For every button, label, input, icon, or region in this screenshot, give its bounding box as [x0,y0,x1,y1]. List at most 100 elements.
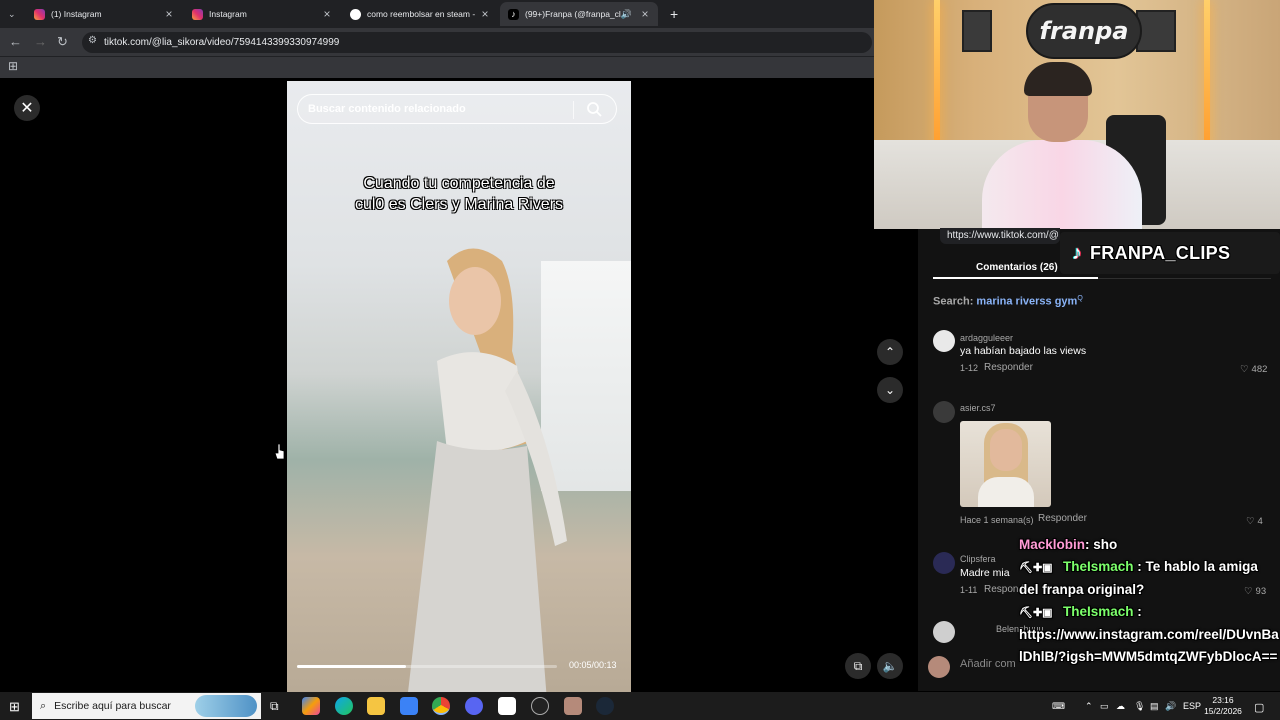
copilot-icon[interactable] [302,697,320,715]
previous-video-button[interactable]: ⌃ [877,339,903,365]
language-indicator[interactable]: ESP [1183,701,1201,711]
windows-start-icon[interactable]: ⊞ [9,699,20,715]
led-strip [934,0,940,150]
comment-date: 1-12 [960,363,979,373]
keyboard-icon[interactable]: ⌨ [1052,701,1065,712]
url-input[interactable]: ⚙ tiktok.com/@lia_sikora/video/759414339… [82,32,872,53]
close-tab-icon[interactable]: × [478,7,492,21]
comment-username[interactable]: ardagguleeer [960,333,1013,343]
apps-grid-icon[interactable]: ⊞ [8,59,18,73]
tab-instagram-1[interactable]: (1) Instagram × [26,2,182,26]
app-icon[interactable] [564,697,582,715]
streamer-hair [1024,62,1092,96]
back-icon[interactable]: ← [9,34,22,49]
cloud-icon[interactable]: ☁ [1116,701,1125,712]
led-strip [1204,0,1210,150]
active-tab-indicator [933,277,1098,279]
volume-icon[interactable]: 🔊 [1165,701,1176,712]
close-icon: ✕ [20,100,34,117]
avatar[interactable] [933,621,955,643]
capcut-icon[interactable] [498,697,516,715]
like-button[interactable]: ♡ 4 [1246,516,1263,527]
miniplayer-button[interactable]: ⧉ [845,653,871,679]
franpa-logo: franpa [1026,3,1142,59]
speaker-icon: 🔈 [882,659,898,673]
chat-message: Macklobin: sho [1019,537,1118,552]
comment-image[interactable] [960,421,1051,507]
reply-button[interactable]: Responder [1038,513,1087,524]
tab-google-search[interactable]: como reembolsar en steam - B × [342,2,498,26]
wall-poster [962,10,992,52]
network-icon[interactable]: ▤ [1150,701,1159,712]
obs-icon[interactable] [531,697,549,715]
video-player[interactable]: Buscar contenido relacionado Cuando tu c… [287,81,631,692]
edge-icon[interactable] [335,697,353,715]
taskbar-search-input[interactable]: ⌕ Escribe aquí para buscar [32,693,261,719]
reply-button[interactable]: Responder [984,362,1033,373]
tab-tiktok[interactable]: ♪ (99+)Franpa (@franpa_clips 🔊 × [500,2,658,26]
miniplayer-icon: ⧉ [853,658,863,673]
task-view-icon[interactable]: ⧉ [270,699,279,714]
comment-text: Madre mia [960,567,1010,579]
tab-search-menu[interactable]: ⌄ [4,2,22,26]
search-highlight-image [195,695,257,717]
chat-badges-icon: ⛏✚▣ [1019,607,1053,619]
microphone-icon[interactable]: 🎙 [1134,701,1145,712]
mail-icon[interactable] [400,697,418,715]
heart-icon: ♡ [1240,364,1249,375]
comment-date: Hace 1 semana(s) [960,515,1034,525]
chevron-down-icon: ⌄ [884,383,896,397]
volume-button[interactable]: 🔈 [877,653,903,679]
avatar[interactable] [933,552,955,574]
search-icon: ⌕ [40,699,47,712]
my-avatar [928,656,950,678]
search-icon: Q [1077,295,1083,302]
stream-chat-overlay: Macklobin: sho ⛏✚▣ TheIsmach : Te hablo l… [1014,534,1280,668]
chevron-up-icon[interactable]: ⌃ [1085,701,1093,712]
chevron-down-icon: ⌄ [8,8,16,19]
close-tab-icon[interactable]: × [162,7,176,21]
discord-icon[interactable] [465,697,483,715]
close-tab-icon[interactable]: × [320,7,334,21]
tiktok-icon: ♪ [1072,241,1082,264]
streamer-body [982,140,1142,229]
comment-username[interactable]: Clipsfera [960,554,996,564]
chat-badges-icon: ⛏✚▣ [1019,562,1053,574]
close-video-button[interactable]: ✕ [14,95,40,121]
video-person-figure [408,248,567,692]
notification-icon[interactable]: ▢ [1254,701,1264,714]
avatar[interactable] [933,401,955,423]
new-tab-button[interactable]: + [662,2,682,26]
tab-comments[interactable]: Comentarios (26) [976,262,1058,273]
like-button[interactable]: ♡ 482 [1240,364,1267,375]
video-progress-bar[interactable] [297,665,557,668]
avatar[interactable] [933,330,955,352]
franpa-clips-badge: ♪ FRANPA_CLIPS [1060,232,1280,274]
speaker-icon[interactable]: 🔊 [621,9,632,20]
device-icon[interactable]: ▭ [1100,701,1109,712]
steam-icon[interactable] [596,697,614,715]
taskbar-clock[interactable]: 23:16 15/2/2026 [1200,695,1246,717]
video-caption: Cuando tu competencia de cul0 es Clers y… [354,175,564,213]
next-video-button[interactable]: ⌄ [877,377,903,403]
reload-icon[interactable]: ↻ [57,34,68,50]
tiktok-icon: ♪ [508,8,519,20]
webcam-overlay: franpa [874,0,1280,229]
site-info-icon[interactable]: ⚙ [88,35,97,46]
comments-tab-underline [933,277,1271,279]
comment-input[interactable]: Añadir com [960,658,1016,670]
chat-message: ⛏✚▣ TheIsmach : Te hablo la amiga del fra… [1019,559,1258,597]
google-icon [350,8,361,20]
comments-search-suggestion[interactable]: Search: marina riverss gymQ [933,295,1083,308]
video-time: 00:05/00:13 [569,660,617,670]
file-explorer-icon[interactable] [367,697,385,715]
comment-username[interactable]: asier.cs7 [960,403,996,413]
chevron-up-icon: ⌃ [884,345,896,359]
related-search-input[interactable]: Buscar contenido relacionado [297,94,617,124]
search-icon[interactable] [586,101,602,117]
close-tab-icon[interactable]: × [638,7,652,21]
tab-instagram-2[interactable]: Instagram × [184,2,340,26]
chrome-icon[interactable] [432,697,450,715]
bookmarks-bar: ⊞ [0,56,874,78]
forward-icon[interactable]: → [34,34,47,49]
